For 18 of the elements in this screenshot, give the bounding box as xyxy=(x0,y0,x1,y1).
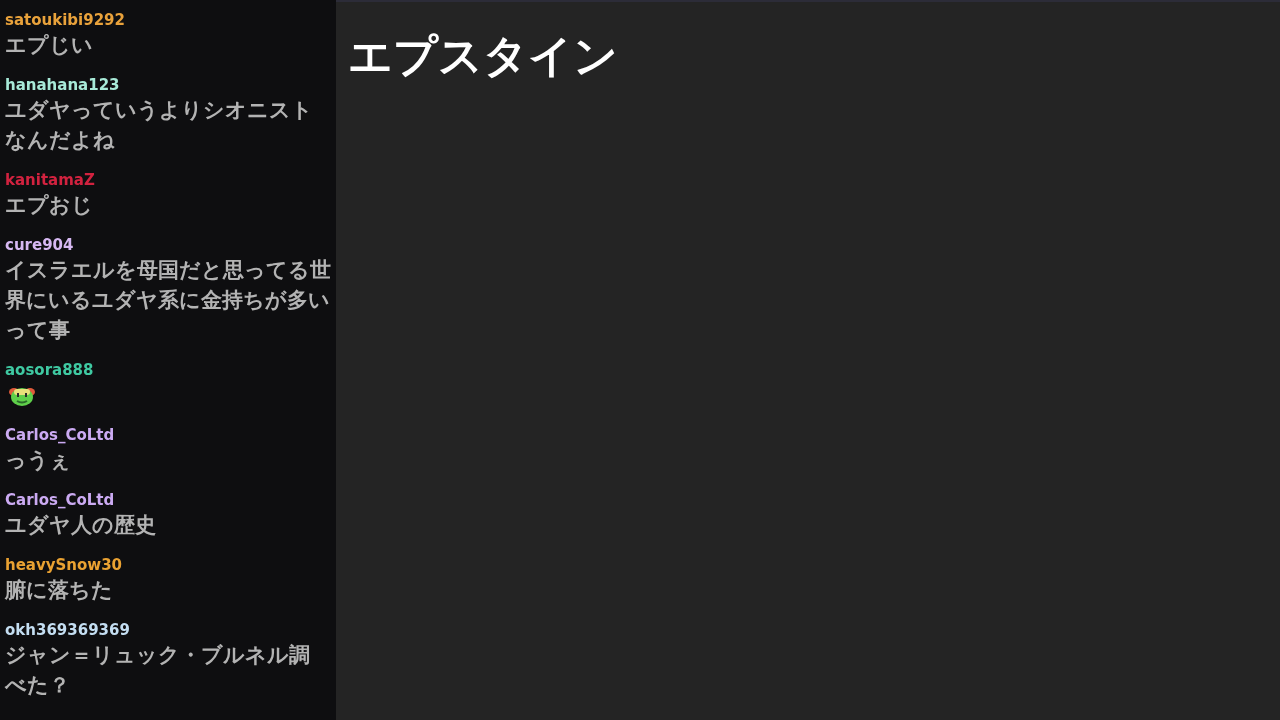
chat-username: kanitamaZ xyxy=(5,170,95,190)
chat-message: ユダヤっていうよりシオニストなんだよね xyxy=(5,97,314,154)
chat-message: イスラエルを母国だと思ってる世界にいるユダヤ系に金持ちが多いって事 xyxy=(5,257,331,344)
page-title: エプスタイン xyxy=(348,29,618,83)
chat-username: cure904 xyxy=(5,235,74,255)
chat-message: ジャン＝リュック・ブルネル調べた？ xyxy=(5,642,311,699)
chat-username: heavySnow30 xyxy=(5,555,123,575)
chat-message: っうぇ xyxy=(5,447,72,474)
chat-message: 腑に落ちた xyxy=(5,577,114,604)
chat-message: エプじい xyxy=(5,32,94,59)
chat-message: ユダヤ人の歴史 xyxy=(5,512,157,539)
chat-username: aosora888 xyxy=(5,360,94,380)
chat-username: Carlos_CoLtd xyxy=(5,490,115,510)
chat-message: エプおじ xyxy=(5,192,94,219)
chat-username: hanahana123 xyxy=(5,75,120,95)
chat-username: Carlos_CoLtd xyxy=(5,425,115,445)
chat-username: okh369369369 xyxy=(5,620,130,640)
chat-username: satoukibi9292 xyxy=(5,10,125,30)
